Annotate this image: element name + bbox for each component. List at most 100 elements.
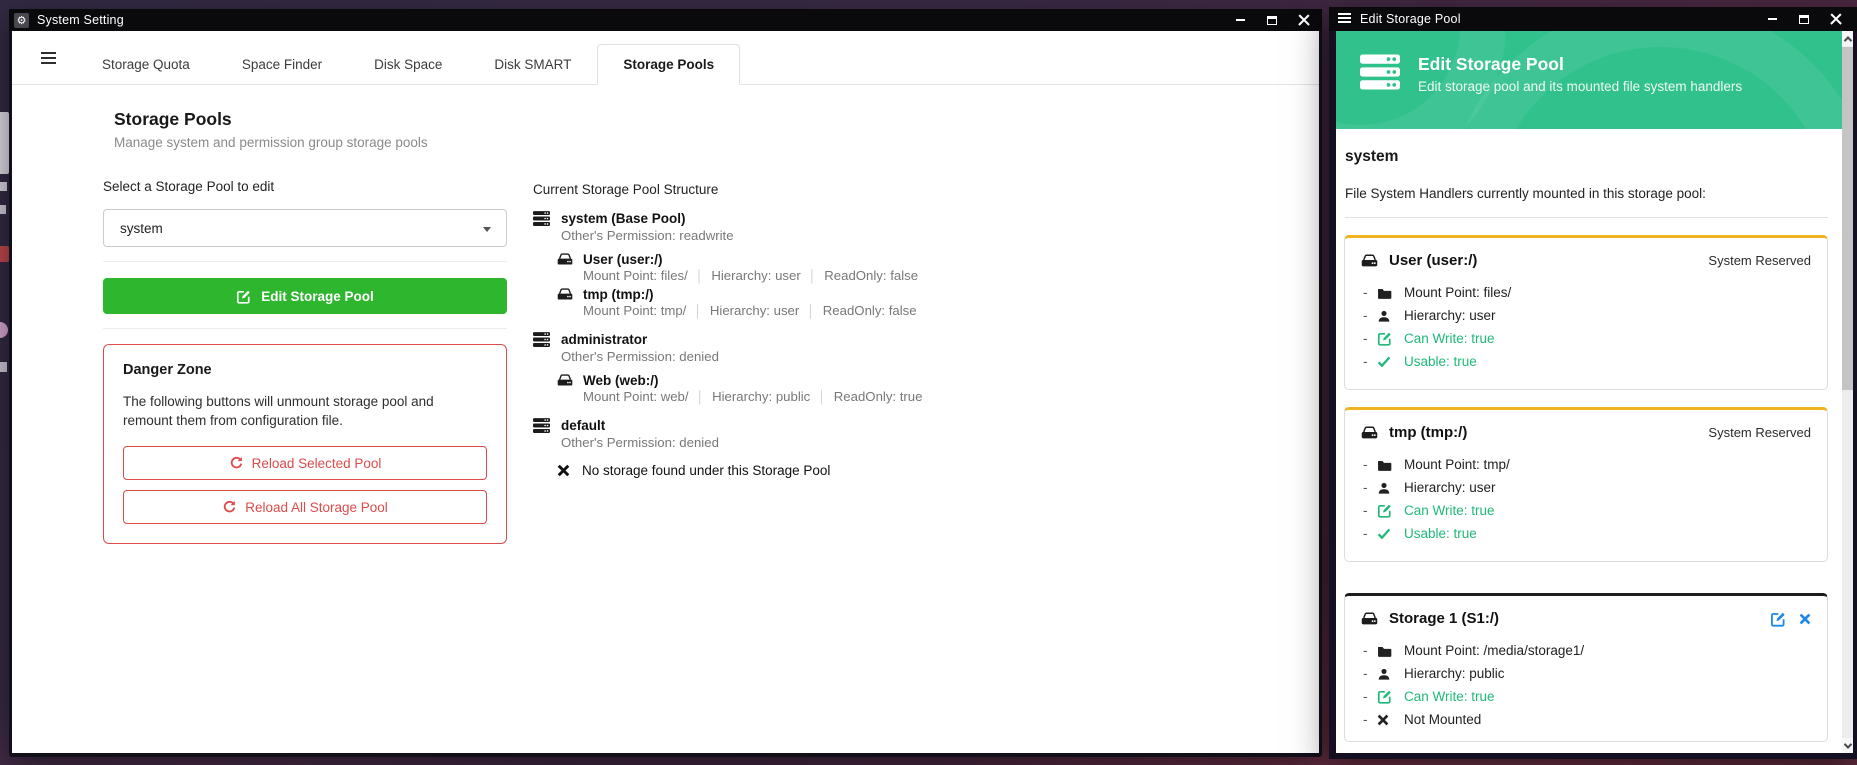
pool-group-default: default Other's Permission: denied No st… [533,418,922,478]
reload-all-label: Reload All Storage Pool [245,500,388,515]
desktop-icon-fragment[interactable] [0,322,8,338]
server-icon [1360,54,1400,90]
edit-pool-banner: Edit Storage Pool Edit storage pool and … [1336,31,1842,129]
desktop-icon-fragment[interactable] [0,112,9,174]
close-button[interactable] [1828,12,1844,26]
handler-title: Storage 1 (S1:/) [1389,610,1499,627]
pool-name: default [561,418,605,433]
chevron-down-icon [483,227,491,232]
storage-node: Web (web:/) Mount Point: web/Hierarchy: … [557,373,922,404]
edit-button-label: Edit Storage Pool [261,289,374,304]
reload-selected-pool-button[interactable]: Reload Selected Pool [123,446,487,480]
desktop-icon-fragment[interactable] [0,205,6,214]
pool-permission: Other's Permission: denied [561,349,922,364]
row-text: Can Write: true [1404,503,1495,518]
tab-storage-pools[interactable]: Storage Pools [597,44,740,85]
storage-name: Web (web:/) [583,373,659,388]
pool-select-value: system [120,221,163,236]
edit-icon [1377,331,1404,346]
scrollbar[interactable] [1842,31,1853,753]
hdd-icon [557,253,573,266]
handler-card-tmp: tmp (tmp:/) System Reserved Mount Point:… [1344,407,1828,562]
desktop-icon-fragment[interactable] [0,362,7,372]
scroll-up-button[interactable] [1842,31,1853,46]
reload-all-storage-pool-button[interactable]: Reload All Storage Pool [123,490,487,524]
pool-select[interactable]: system [103,209,507,247]
danger-zone-title: Danger Zone [123,362,487,378]
server-icon [533,332,550,347]
hdd-icon [557,374,573,387]
hdd-icon [1361,426,1378,440]
minimize-button[interactable] [1764,12,1780,26]
pool-permission: Other's Permission: denied [561,435,922,450]
x-mark-icon [557,464,570,477]
storage-name: tmp (tmp:/) [583,287,653,302]
danger-zone-description: The following buttons will unmount stora… [123,392,471,430]
edit-storage-pool-button[interactable]: Edit Storage Pool [103,278,507,314]
window-title: Edit Storage Pool [1360,12,1461,26]
edit-storage-pool-window: Edit Storage Pool Edit Storage Pool Edit… [1329,7,1857,759]
remove-handler-button[interactable] [1799,613,1811,625]
system-reserved-badge: System Reserved [1708,253,1811,268]
refresh-icon [222,500,236,514]
x-mark-icon [1377,714,1404,726]
handler-row: Usable: true [1361,522,1811,545]
hdd-icon [557,288,573,301]
row-text: Hierarchy: public [1404,666,1505,681]
system-reserved-badge: System Reserved [1708,425,1811,440]
scroll-down-button[interactable] [1842,738,1853,753]
scrollbar-thumb[interactable] [1842,47,1853,390]
close-button[interactable] [1296,13,1312,27]
danger-zone-card: Danger Zone The following buttons will u… [103,344,507,544]
gear-icon: ⚙ [14,13,29,28]
server-icon [533,211,550,226]
folder-icon [1377,287,1404,299]
handler-row: Mount Point: files/ [1361,281,1811,304]
titlebar[interactable]: ⚙ System Setting [9,9,1322,31]
window-title: System Setting [37,13,124,27]
desktop-icon-fragment[interactable] [0,246,9,262]
tab-disk-smart[interactable]: Disk SMART [468,44,597,85]
pool-name: system (Base Pool) [561,211,686,226]
row-text: Mount Point: /media/storage1/ [1404,643,1584,658]
structure-label: Current Storage Pool Structure [533,182,922,197]
pool-permission: Other's Permission: readwrite [561,228,922,243]
empty-pool-message: No storage found under this Storage Pool [582,463,830,478]
minimize-button[interactable] [1232,13,1248,27]
maximize-button[interactable] [1264,13,1280,27]
storage-hierarchy: Hierarchy: user [688,268,801,283]
storage-hierarchy: Hierarchy: public [689,389,811,404]
handler-title: User (user:/) [1389,252,1477,269]
list-icon [1338,13,1351,26]
folder-icon [1377,645,1404,657]
pool-name: administrator [561,332,647,347]
tab-space-finder[interactable]: Space Finder [216,44,348,85]
storage-readonly: ReadOnly: false [799,303,916,318]
row-text: Usable: true [1404,354,1477,369]
tab-storage-quota[interactable]: Storage Quota [76,44,216,85]
row-text: Not Mounted [1404,712,1481,727]
hdd-icon [1361,612,1378,626]
folder-icon [1377,459,1404,471]
handler-row: Mount Point: tmp/ [1361,453,1811,476]
hdd-icon [1361,254,1378,268]
page-title: Storage Pools [114,109,507,130]
desktop-icon-fragment[interactable] [0,182,7,191]
handler-row: Can Write: true [1361,685,1811,708]
handler-card-user: User (user:/) System Reserved Mount Poin… [1344,235,1828,390]
edit-handler-button[interactable] [1770,611,1786,627]
edit-icon [1377,503,1404,518]
maximize-button[interactable] [1796,12,1812,26]
handler-row: Not Mounted [1361,708,1811,731]
edit-icon [236,289,251,304]
divider [103,261,507,262]
handler-row: Mount Point: /media/storage1/ [1361,639,1811,662]
row-text: Mount Point: files/ [1404,285,1511,300]
tab-disk-space[interactable]: Disk Space [348,44,468,85]
row-text: Can Write: true [1404,331,1495,346]
storage-mount: Mount Point: tmp/ [583,303,686,318]
hamburger-menu-icon[interactable] [41,52,56,66]
storage-readonly: ReadOnly: true [810,389,922,404]
handler-card-storage1: Storage 1 (S1:/) Mount Point: /media/sto… [1344,593,1828,742]
titlebar[interactable]: Edit Storage Pool [1329,7,1857,31]
